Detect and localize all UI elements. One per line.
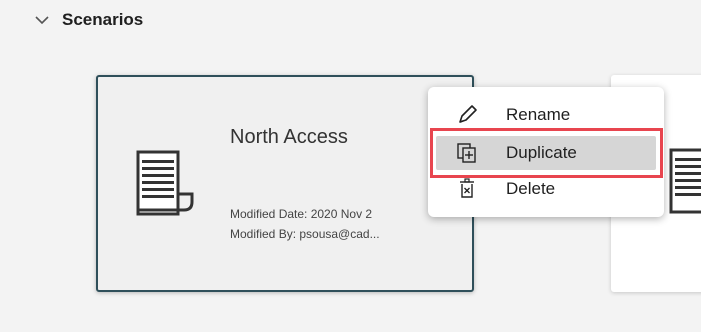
modified-date: Modified Date: 2020 Nov 2 [230,207,373,221]
menu-item-delete[interactable]: Delete [428,172,664,206]
menu-item-duplicate[interactable]: Duplicate [428,136,664,170]
modified-by: Modified By: psousa@cad... [230,227,380,241]
menu-item-label: Delete [506,179,556,198]
context-menu: Rename Duplicate Delete [428,87,664,217]
scenario-name: North Access [230,126,348,148]
delete-icon [456,178,478,200]
scenarios-section-header[interactable]: Scenarios [34,8,143,32]
scenario-card[interactable]: North Access Modified Date: 2020 Nov 2 M… [96,75,474,292]
chevron-down-icon [34,14,50,26]
document-icon [136,150,194,223]
pencil-icon [456,104,478,126]
menu-item-label: Duplicate [506,143,577,162]
menu-item-label: Rename [506,105,571,124]
document-icon [669,148,701,221]
duplicate-icon [456,142,478,164]
section-title: Scenarios [62,10,144,29]
menu-item-rename[interactable]: Rename [428,98,664,132]
